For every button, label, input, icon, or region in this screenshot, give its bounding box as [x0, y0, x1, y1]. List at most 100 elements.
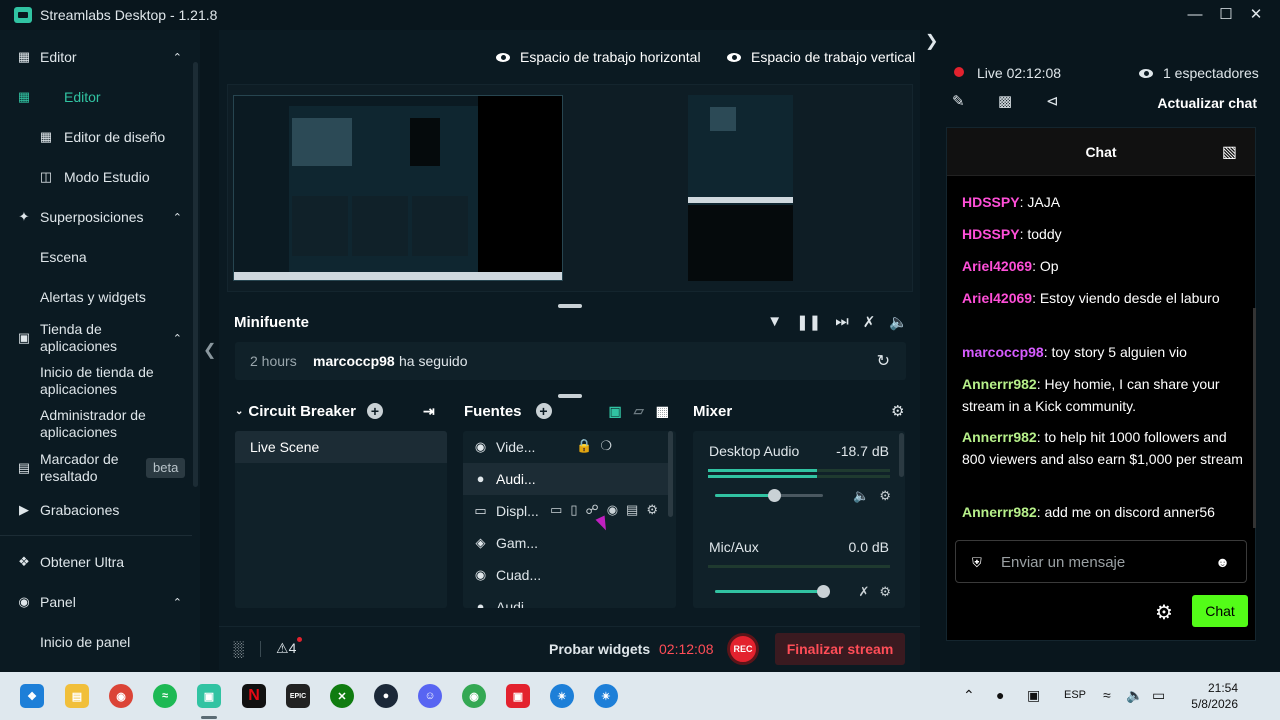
battlenet-icon[interactable]: ✴ — [550, 684, 574, 708]
gear-icon[interactable]: ⚙ — [879, 584, 891, 600]
netflix-icon[interactable]: N — [242, 684, 266, 708]
add-folder-icon[interactable]: ▦ — [656, 403, 669, 420]
slider-knob[interactable] — [768, 489, 782, 502]
sidebar-section-editor[interactable]: ▦ Editor ⌃ — [0, 47, 192, 67]
mute-alerts-icon[interactable]: ✗ — [863, 313, 876, 331]
mixer-scrollbar[interactable] — [899, 433, 904, 477]
eye-icon[interactable]: ◉ — [607, 502, 618, 518]
vertical-workspace-toggle[interactable]: Espacio de trabajo vertical — [727, 49, 915, 65]
sidebar-item-dashboard-home[interactable]: Inicio de panel — [0, 632, 192, 652]
chevron-down-icon[interactable]: ⌄ — [235, 406, 243, 417]
sidebar-item-scene[interactable]: Escena — [0, 247, 192, 267]
spotify-icon[interactable]: ≈ — [153, 684, 177, 708]
chat-send-button[interactable]: Chat — [1192, 595, 1248, 627]
gear-icon[interactable]: ⚙ — [879, 488, 891, 504]
skip-icon[interactable]: ⏭ — [835, 313, 849, 331]
battlenet-icon[interactable]: ✴ — [594, 684, 618, 708]
scene-collection-title[interactable]: Circuit Breaker — [248, 403, 356, 420]
microphone-icon[interactable]: ● — [996, 687, 1004, 703]
source-item[interactable]: ▭ Displ... ▭ ▯ ☍ ◉ ▤ ⚙ — [463, 495, 668, 527]
replay-icon[interactable]: ↻ — [877, 351, 890, 371]
share-icon[interactable]: ⊲ — [1046, 92, 1059, 110]
sidebar-section-overlays[interactable]: ✦ Superposiciones ⌃ — [0, 207, 192, 227]
mobile-icon[interactable]: ▯ — [570, 502, 577, 518]
sidebar-scrollbar[interactable] — [193, 62, 198, 487]
maximize-icon[interactable]: ☐ — [1215, 4, 1237, 26]
sidebar-section-app-store[interactable]: ▣ Tienda de aplicaciones ⌃ — [0, 320, 192, 356]
volume-icon[interactable]: 🔈 — [1126, 687, 1143, 704]
sidebar-item-get-ultra[interactable]: ❖ Obtener Ultra — [0, 552, 192, 572]
emoji-icon[interactable]: ☻ — [1215, 554, 1230, 570]
notifications[interactable]: ⚠4 — [276, 640, 296, 657]
browser-icon[interactable]: ◉ — [462, 684, 486, 708]
speaker-muted-icon[interactable]: ✗ — [858, 584, 869, 600]
add-scene-icon[interactable]: + — [366, 403, 383, 419]
pause-icon[interactable]: ❚❚ — [796, 313, 821, 331]
horizontal-workspace-toggle[interactable]: Espacio de trabajo horizontal — [496, 49, 701, 65]
language-indicator[interactable]: ESP — [1064, 689, 1086, 701]
chrome-icon[interactable]: ◉ — [109, 684, 133, 708]
epic-games-icon[interactable]: EPIC — [286, 684, 310, 708]
wifi-icon[interactable]: ≈ — [1103, 687, 1111, 703]
chevron-right-icon[interactable]: ❯ — [925, 31, 938, 51]
slider-knob[interactable] — [817, 585, 830, 598]
performance-stats-icon[interactable]: ░ — [233, 641, 244, 658]
chat-input[interactable]: ⛨ Enviar un mensaje ☻ — [955, 540, 1247, 583]
eye-slash-icon[interactable]: ❍ — [600, 438, 612, 454]
gear-icon[interactable]: ⚙ — [891, 402, 904, 420]
transition-icon[interactable]: ⇥ — [423, 403, 435, 420]
red-app-icon[interactable]: ▣ — [506, 684, 530, 708]
lock-icon[interactable]: 🔒 — [576, 438, 592, 454]
gear-icon[interactable]: ⚙ — [646, 502, 658, 518]
users-icon[interactable]: ▧ — [1222, 142, 1237, 162]
source-item[interactable]: ◈ Gam... — [463, 527, 668, 559]
close-icon[interactable]: ✕ — [1245, 4, 1267, 26]
sources-scrollbar[interactable] — [668, 431, 673, 517]
sidebar-item-studio-mode[interactable]: ◫ Modo Estudio — [0, 167, 192, 187]
scene-item[interactable]: Live Scene — [235, 431, 447, 463]
chat-scrollbar[interactable] — [1253, 308, 1256, 528]
vertical-preview[interactable] — [688, 95, 793, 281]
group-icon[interactable]: ▱ — [634, 403, 644, 419]
sidebar-item-app-manager[interactable]: Administrador de aplicaciones — [0, 406, 192, 442]
add-source-icon[interactable]: + — [535, 403, 552, 419]
speaker-icon[interactable]: 🔈 — [853, 488, 869, 504]
sidebar-item-recordings[interactable]: ▶ Grabaciones — [0, 500, 192, 520]
sidebar-item-layout-editor[interactable]: ▦ Editor de diseño — [0, 127, 192, 147]
source-item[interactable]: ◉ Cuad... — [463, 559, 668, 591]
pencil-icon[interactable]: ✎ — [952, 92, 965, 110]
filter-icon[interactable]: ▼ — [767, 313, 782, 331]
record-button[interactable]: REC — [727, 633, 759, 665]
refresh-chat-button[interactable]: Actualizar chat — [1157, 95, 1257, 111]
volume-slider[interactable] — [715, 489, 823, 502]
trash-icon[interactable]: ▤ — [626, 502, 638, 518]
desktop-icon[interactable]: ▭ — [550, 502, 562, 518]
source-item-selected[interactable]: ● Audi... — [463, 463, 668, 495]
taskbar-clock[interactable]: 21:54 5/8/2026 — [1186, 680, 1238, 712]
test-widgets-button[interactable]: Probar widgets — [549, 641, 650, 657]
source-item[interactable]: ● Audi... — [463, 591, 668, 608]
windows-start-icon[interactable]: ❖ — [20, 684, 44, 708]
battery-icon[interactable]: ▭ — [1152, 687, 1165, 704]
unlock-icon[interactable]: ☍ — [586, 502, 599, 518]
streamlabs-icon[interactable]: ▣ — [197, 684, 221, 708]
shield-icon[interactable]: ⛨ — [972, 555, 982, 571]
end-stream-button[interactable]: Finalizar stream — [775, 633, 905, 665]
sidebar-item-app-store-home[interactable]: Inicio de tienda de aplicaciones — [0, 363, 192, 399]
steam-icon[interactable]: ● — [374, 684, 398, 708]
sidebar-section-dashboard[interactable]: ◉ Panel ⌃ — [0, 592, 192, 612]
dual-output-icon[interactable]: ▣ — [609, 403, 622, 420]
sidebar-item-highlighter[interactable]: ▤ Marcador de resaltado beta — [0, 450, 192, 486]
sidebar-item-editor[interactable]: ▦ Editor — [0, 87, 192, 107]
file-explorer-icon[interactable]: ▤ — [65, 684, 89, 708]
camera-icon[interactable]: ▩ — [998, 92, 1012, 110]
minimize-icon[interactable]: — — [1184, 4, 1206, 26]
volume-icon[interactable]: 🔈 — [889, 313, 908, 331]
display-icon[interactable]: ▣ — [1027, 687, 1040, 704]
xbox-icon[interactable]: ✕ — [330, 684, 354, 708]
chat-settings-icon[interactable]: ⚙ — [1155, 600, 1173, 625]
discord-icon[interactable]: ☺ — [418, 684, 442, 708]
resize-handle[interactable] — [558, 394, 582, 398]
chevron-left-icon[interactable]: ❮ — [203, 340, 216, 360]
chevron-up-icon[interactable]: ⌃ — [963, 687, 975, 704]
